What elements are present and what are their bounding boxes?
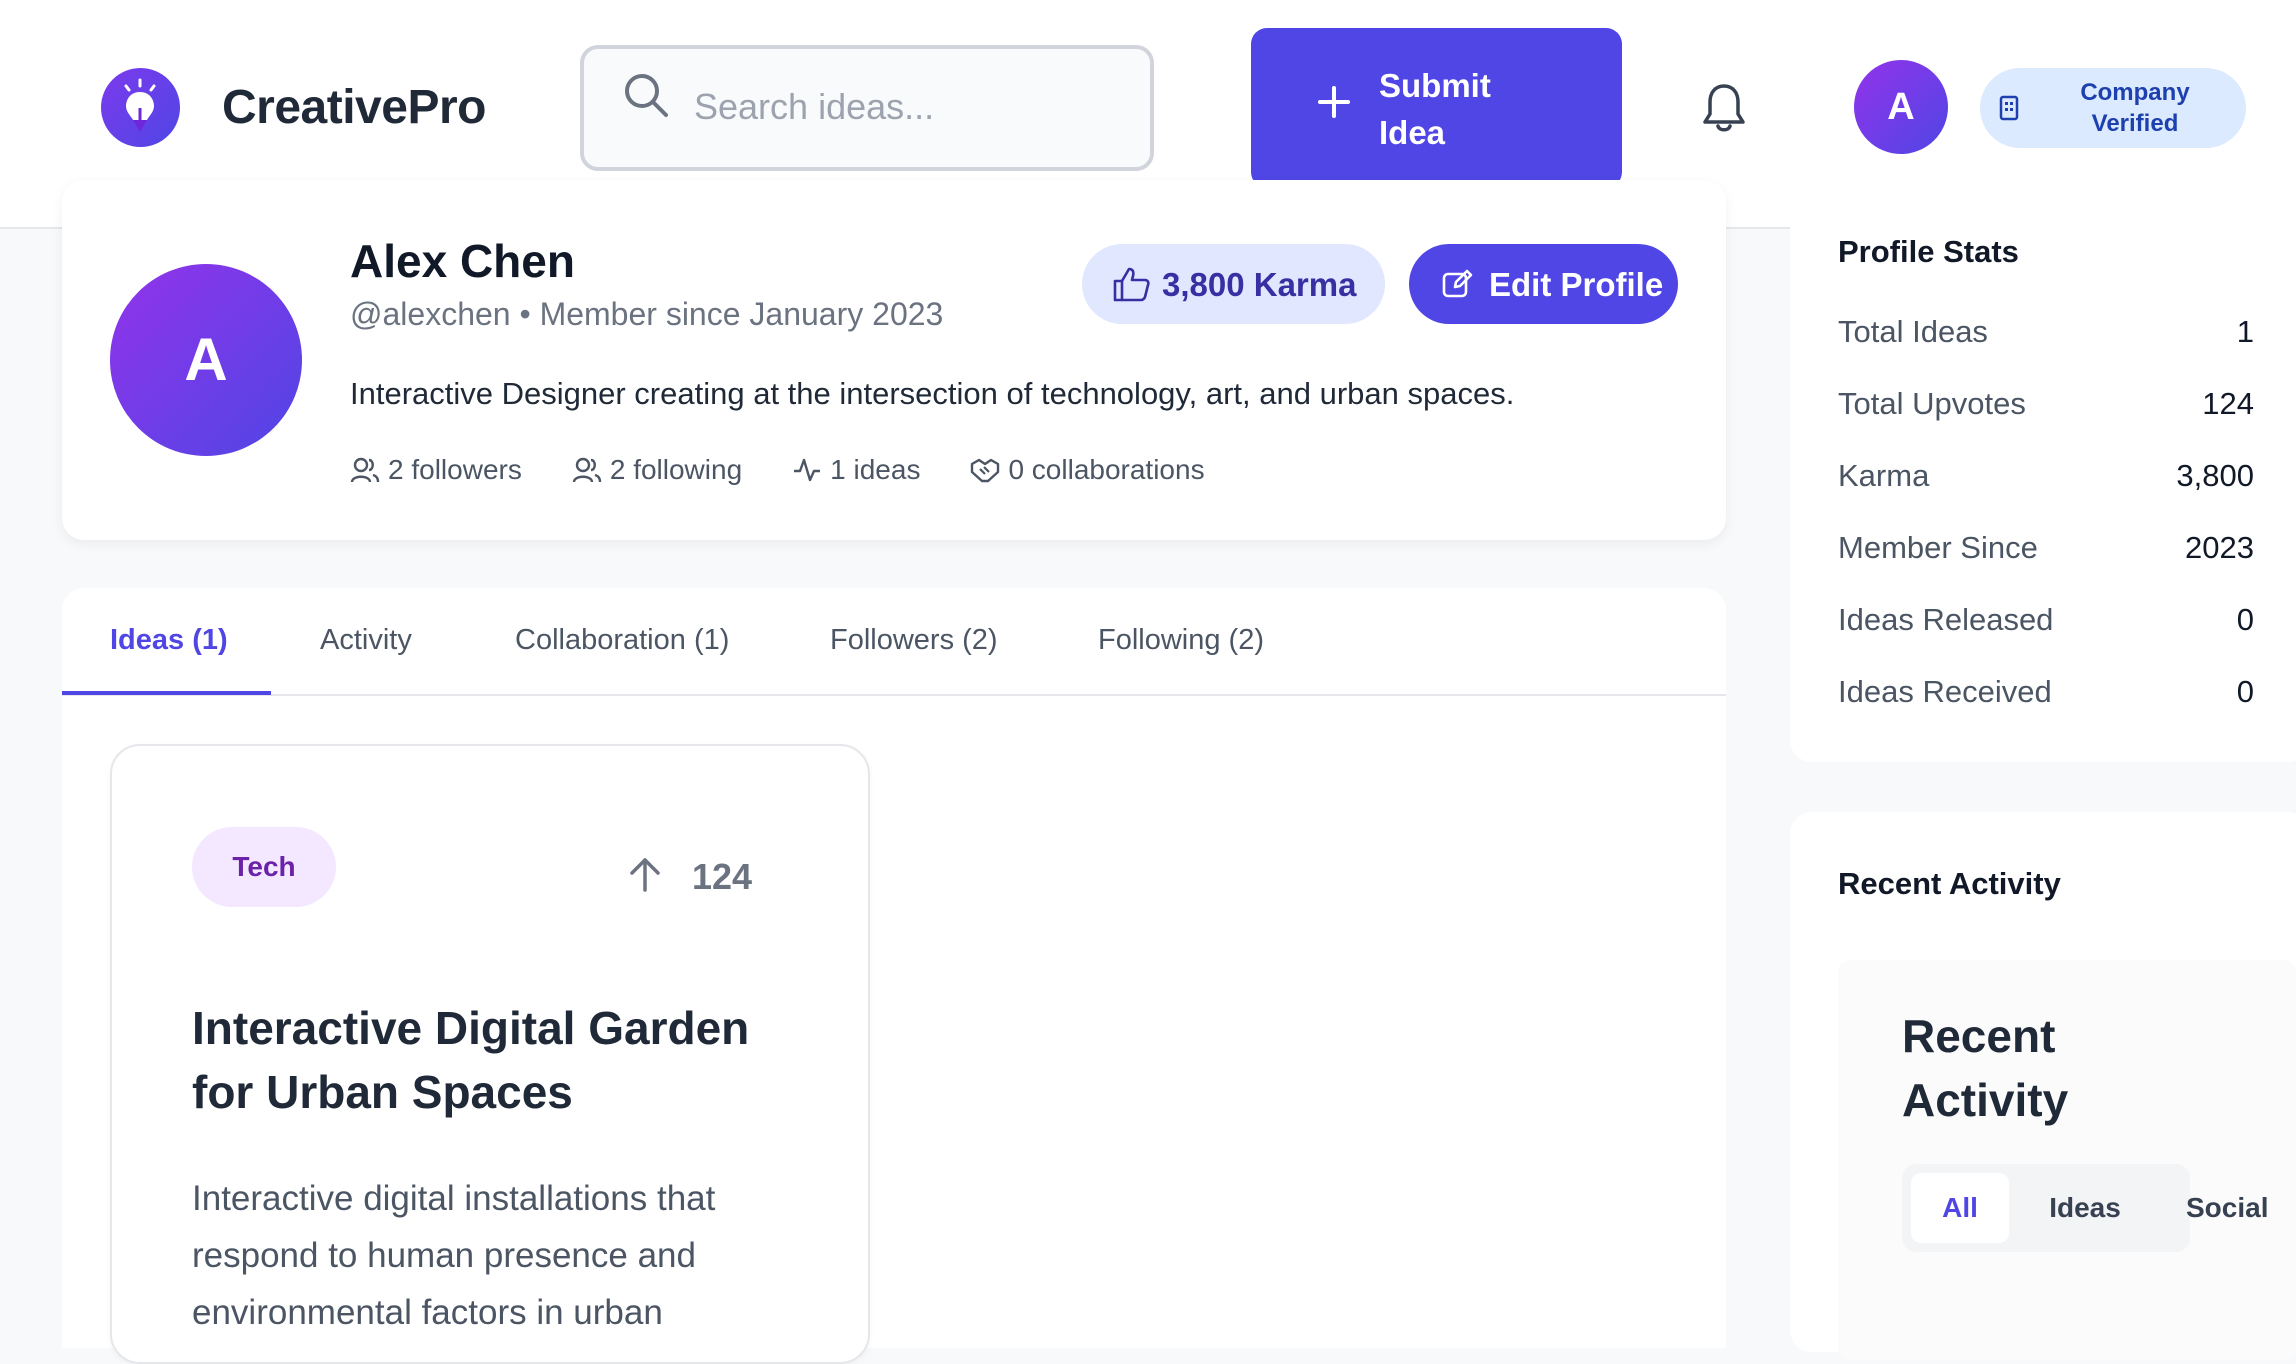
search-box[interactable]: [580, 45, 1154, 171]
stat-label: Total Ideas: [1838, 314, 1988, 349]
profile-stats-title: Profile Stats: [1838, 234, 2019, 269]
arrow-up-icon[interactable]: [625, 854, 665, 894]
company-verified-badge: Company Verified: [1980, 68, 2246, 148]
profile-tabs: Ideas (1) Activity Collaboration (1) Fol…: [62, 588, 1726, 696]
stat-ideas-released: Ideas Released 0: [1838, 602, 2254, 652]
activity-icon: [794, 458, 821, 482]
collaborations-count: 0 collaborations: [1008, 454, 1205, 485]
filter-social-button[interactable]: Social: [2186, 1173, 2296, 1243]
stat-value: 0: [2236, 674, 2254, 709]
stat-label: Ideas Received: [1838, 674, 2052, 709]
upvote-count: 124: [692, 856, 753, 897]
logo-lightbulb-icon[interactable]: [101, 68, 180, 147]
ideas-stat: 1 ideas: [792, 454, 920, 486]
collaborations-stat: 0 collaborations: [970, 454, 1205, 486]
stat-label: Ideas Released: [1838, 602, 2054, 637]
tab-following[interactable]: Following (2): [1098, 624, 1264, 657]
users-icon: [572, 457, 602, 483]
filter-all-button[interactable]: All: [1911, 1173, 2009, 1243]
edit-profile-label: Edit Profile: [1489, 266, 1664, 303]
tab-activity[interactable]: Activity: [320, 624, 412, 657]
following-count: 2 following: [609, 454, 743, 485]
ideas-count: 1 ideas: [830, 454, 921, 485]
followers-stat[interactable]: 2 followers: [350, 454, 522, 486]
edit-icon: [1442, 269, 1473, 298]
stat-label: Karma: [1838, 458, 1930, 493]
building-icon: [1999, 95, 2019, 121]
tab-ideas[interactable]: Ideas (1): [110, 624, 228, 657]
profile-social-stats: 2 followers 2 following 1 ideas 0 collab…: [350, 454, 1205, 486]
stat-value: 0: [2236, 602, 2254, 637]
company-verified-label: Company Verified: [2080, 79, 2190, 137]
edit-profile-button[interactable]: Edit Profile: [1409, 244, 1678, 324]
active-tab-indicator: [62, 691, 271, 695]
tab-collaboration[interactable]: Collaboration (1): [515, 624, 729, 657]
thumbs-up-icon: [1113, 267, 1150, 302]
following-stat[interactable]: 2 following: [572, 454, 742, 486]
bell-icon[interactable]: [1700, 82, 1748, 134]
stat-value: 3,800: [2176, 458, 2254, 493]
filter-ideas-button[interactable]: Ideas: [2030, 1173, 2140, 1243]
profile-card: [62, 180, 1726, 540]
search-icon: [625, 74, 668, 117]
category-tag[interactable]: Tech: [192, 827, 336, 907]
karma-label: 3,800 Karma: [1162, 266, 1357, 303]
stat-value: 1: [2236, 314, 2254, 349]
idea-title[interactable]: Interactive Digital Garden for Urban Spa…: [192, 996, 792, 1124]
plus-icon: [1318, 86, 1350, 118]
stat-label: Member Since: [1838, 530, 2038, 565]
profile-name: Alex Chen: [350, 235, 575, 287]
stat-label: Total Upvotes: [1838, 386, 2026, 421]
stat-karma: Karma 3,800: [1838, 458, 2254, 508]
karma-badge: 3,800 Karma: [1082, 244, 1385, 324]
stat-total-ideas: Total Ideas 1: [1838, 314, 2254, 364]
profile-handle-member-since: @alexchen • Member since January 2023: [350, 296, 944, 332]
profile-avatar: A: [110, 264, 302, 456]
handshake-icon: [971, 458, 1000, 483]
profile-bio: Interactive Designer creating at the int…: [350, 376, 1515, 411]
tab-followers[interactable]: Followers (2): [830, 624, 998, 657]
recent-activity-title: Recent Activity: [1838, 866, 2061, 901]
users-icon: [350, 457, 380, 483]
user-avatar[interactable]: A: [1854, 60, 1948, 154]
stat-ideas-received: Ideas Received 0: [1838, 674, 2254, 724]
search-input[interactable]: [694, 79, 1124, 135]
submit-idea-label: Submit Idea: [1379, 67, 1491, 151]
brand-name[interactable]: CreativePro: [222, 80, 486, 135]
recent-activity-heading: Recent Activity: [1902, 1010, 2069, 1126]
followers-count: 2 followers: [388, 454, 522, 485]
stat-member-since: Member Since 2023: [1838, 530, 2254, 580]
stat-value: 2023: [2185, 530, 2254, 565]
idea-description: Interactive digital installations that r…: [192, 1179, 716, 1332]
stat-total-upvotes: Total Upvotes 124: [1838, 386, 2254, 436]
submit-idea-button[interactable]: Submit Idea: [1251, 28, 1622, 188]
stat-value: 124: [2202, 386, 2254, 421]
